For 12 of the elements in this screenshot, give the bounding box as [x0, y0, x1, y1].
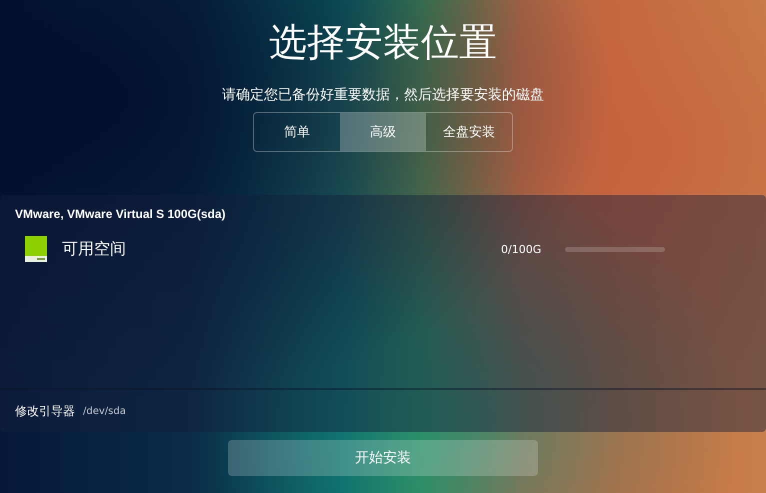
bootloader-device: /dev/sda: [83, 406, 126, 416]
page-subtitle: 请确定您已备份好重要数据，然后选择要安装的磁盘: [222, 86, 544, 105]
start-install-button[interactable]: 开始安装: [228, 440, 538, 476]
bootloader-button[interactable]: 修改引导器: [15, 402, 75, 420]
partition-usage: 0/100G: [501, 242, 542, 256]
page-title: 选择安装位置: [269, 19, 497, 66]
mode-tab[interactable]: 简单: [254, 113, 340, 151]
disk-name: VMware, VMware Virtual S 100G(sda): [14, 206, 227, 222]
partition-icon: [25, 236, 47, 262]
partition-label: 可用空间: [62, 238, 127, 260]
mode-tab[interactable]: 全盘安装: [426, 113, 512, 151]
mode-tab[interactable]: 高级: [340, 113, 426, 151]
